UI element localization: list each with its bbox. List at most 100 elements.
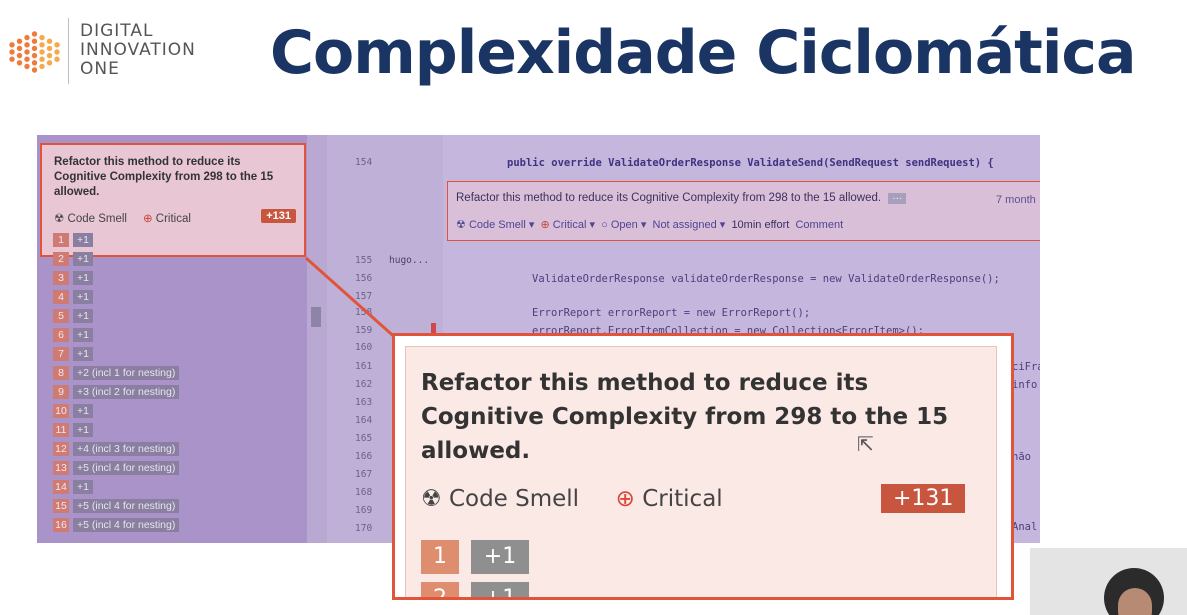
logo-dot [24, 42, 30, 48]
complexity-row[interactable]: 8 +2 (incl 1 for nesting) [53, 366, 180, 380]
logo-dot [39, 63, 45, 70]
code-fragment: Anal [1012, 521, 1038, 533]
logo-dot [31, 38, 38, 44]
caret-down-icon: ▾ [719, 219, 726, 231]
logo-dot [24, 56, 30, 62]
zoomed-issue-meta: ☢ Code Smell ⊕ Critical [421, 486, 723, 512]
scrollbar-thumb[interactable] [311, 307, 321, 327]
inline-issue-meta: ☢ Code Smell ▾ ⊕ Critical ▾ ○ Open ▾ Not… [456, 218, 843, 231]
row-increment: +1 [73, 271, 93, 285]
row-number: 5 [53, 309, 69, 323]
logo-dot [39, 34, 45, 41]
type-dropdown[interactable]: Code Smell [469, 219, 526, 231]
logo-dot [24, 63, 30, 70]
complexity-row[interactable]: 15 +5 (incl 4 for nesting) [53, 499, 180, 513]
issue-message: Refactor this method to reduce its Cogni… [54, 156, 274, 198]
logo-dot [24, 34, 30, 41]
complexity-row[interactable]: 12 +4 (incl 3 for nesting) [53, 442, 180, 456]
line-number: 155 [355, 255, 373, 266]
more-button[interactable]: ··· [888, 193, 907, 204]
zoomed-row: 1 +1 [421, 540, 529, 574]
row-number: 13 [53, 461, 69, 475]
complexity-row[interactable]: 3 +1 [53, 271, 93, 285]
issue-type: Code Smell [67, 213, 127, 225]
line-number: 159 [355, 325, 373, 336]
row-number: 12 [53, 442, 69, 456]
logo-dot [31, 60, 38, 66]
assignee-dropdown[interactable]: Not assigned [653, 219, 717, 231]
caret-down-icon: ▾ [640, 219, 647, 231]
row-number: 6 [53, 328, 69, 342]
complexity-row[interactable]: 2 +1 [53, 252, 93, 266]
line-number: 166 [355, 451, 373, 462]
row-number: 7 [53, 347, 69, 361]
row-increment: +2 (incl 1 for nesting) [73, 366, 180, 380]
complexity-row[interactable]: 14 +1 [53, 480, 93, 494]
row-number: 1 [421, 540, 459, 574]
method-signature: public override ValidateOrderResponse Va… [507, 157, 994, 169]
complexity-row[interactable]: 16 +5 (incl 4 for nesting) [53, 518, 180, 532]
row-number: 14 [53, 480, 69, 494]
logo-dot [31, 45, 38, 52]
logo-divider [68, 18, 69, 84]
zoomed-row: 2 +1 [421, 582, 529, 597]
logo-dot [39, 42, 45, 48]
row-number: 2 [53, 252, 69, 266]
status-dropdown[interactable]: Open [611, 219, 638, 231]
complexity-row[interactable]: 7 +1 [53, 347, 93, 361]
line-number: 170 [355, 523, 373, 534]
code-fragment: info [1012, 379, 1038, 391]
complexity-row[interactable]: 10 +1 [53, 404, 93, 418]
blame-author[interactable]: hugo... [389, 255, 429, 266]
radiation-icon: ☢ [54, 213, 65, 225]
row-increment: +1 [73, 233, 93, 247]
presenter-webcam [1030, 548, 1187, 615]
brand-name: DIGITAL INNOVATION ONE [80, 22, 196, 79]
logo-dot [31, 52, 38, 59]
comment-link[interactable]: Comment [795, 219, 843, 231]
zoomed-complexity-badge: +131 [881, 484, 966, 513]
zoomed-type: Code Smell [448, 486, 580, 512]
row-increment: +1 [73, 480, 93, 494]
row-number: 1 [53, 233, 69, 247]
logo-dot [54, 42, 60, 48]
complexity-row[interactable]: 5 +1 [53, 309, 93, 323]
code-fragment: não [1012, 451, 1031, 463]
logo-dot [31, 67, 38, 73]
row-increment: +4 (incl 3 for nesting) [73, 442, 180, 456]
inline-issue-message: Refactor this method to reduce its Cogni… [456, 192, 907, 204]
caret-down-icon: ▾ [589, 219, 596, 231]
line-number: 156 [355, 273, 373, 284]
row-increment: +5 (incl 4 for nesting) [73, 518, 180, 532]
line-number: 161 [355, 361, 373, 372]
mouse-cursor-icon: ⇱ [857, 434, 874, 456]
severity-dropdown[interactable]: Critical [553, 219, 587, 231]
issue-meta: ☢ Code Smell ⊕ Critical [54, 211, 191, 225]
row-increment: +1 [471, 582, 529, 597]
line-number: 157 [355, 291, 373, 302]
complexity-row[interactable]: 4 +1 [53, 290, 93, 304]
complexity-row[interactable]: 13 +5 (incl 4 for nesting) [53, 461, 180, 475]
line-number: 167 [355, 469, 373, 480]
complexity-row[interactable]: 11 +1 [53, 423, 93, 437]
line-number: 160 [355, 342, 373, 353]
line-number: 158 [355, 307, 373, 318]
scrollbar[interactable] [307, 135, 327, 543]
logo-dot [46, 45, 53, 52]
complexity-row[interactable]: 9 +3 (incl 2 for nesting) [53, 385, 180, 399]
logo-dot [16, 38, 23, 44]
row-number: 4 [53, 290, 69, 304]
complexity-badge: +131 [261, 209, 296, 223]
logo-dot [54, 49, 60, 55]
row-increment: +1 [471, 540, 529, 574]
complexity-row[interactable]: 6 +1 [53, 328, 93, 342]
logo-dot [46, 38, 53, 44]
brand-line: INNOVATION [80, 40, 196, 60]
arrow-up-circle-icon: ⊕ [142, 213, 153, 225]
row-number: 3 [53, 271, 69, 285]
row-number: 9 [53, 385, 69, 399]
row-increment: +1 [73, 328, 93, 342]
inline-issue[interactable]: Refactor this method to reduce its Cogni… [447, 181, 1040, 241]
complexity-row[interactable]: 1 +1 [53, 233, 93, 247]
zoomed-issue-message: Refactor this method to reduce its Cogni… [421, 370, 949, 464]
